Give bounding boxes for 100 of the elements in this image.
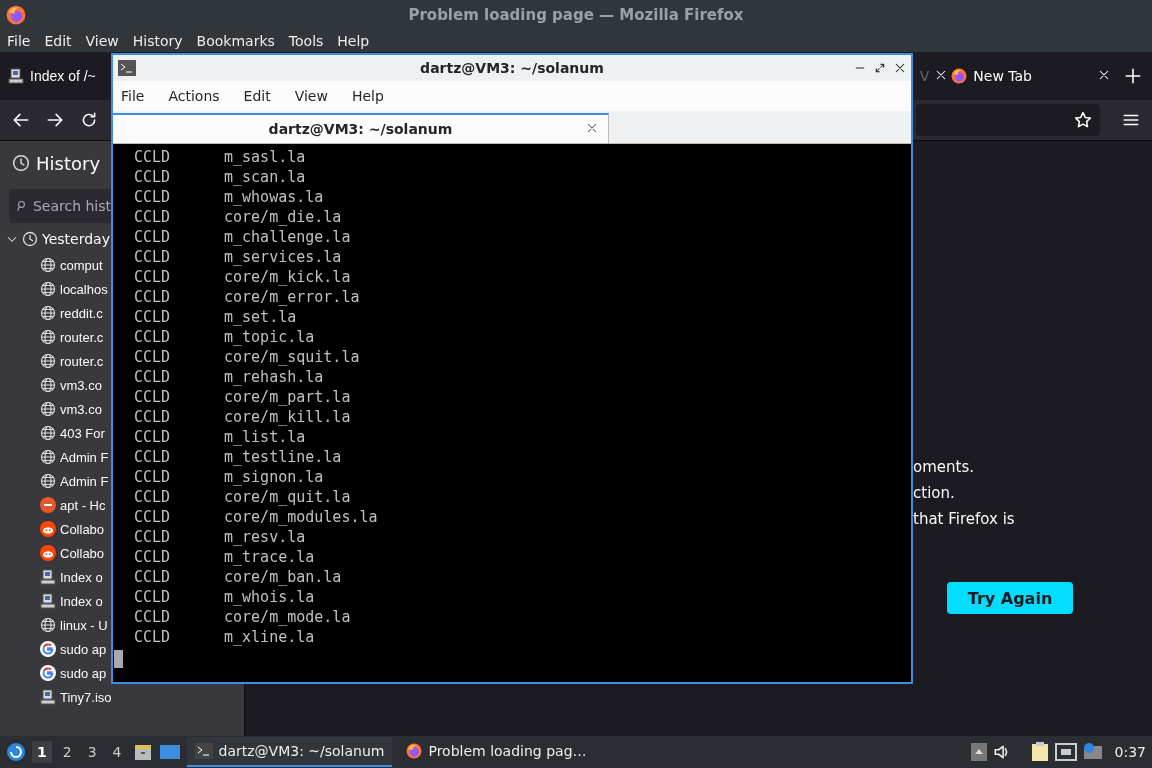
build-step: CCLD xyxy=(134,408,224,426)
output-file: core/m_mode.la xyxy=(224,608,351,626)
browser-tab[interactable]: Index of /~ xyxy=(6,58,98,94)
close-icon[interactable] xyxy=(894,62,906,74)
firefox-icon xyxy=(6,5,26,25)
forward-arrow-icon[interactable] xyxy=(46,111,64,129)
menu-item[interactable]: View xyxy=(294,88,328,104)
workspace-button[interactable]: 1 xyxy=(32,741,52,763)
notification-icon[interactable] xyxy=(1082,743,1103,761)
output-file: m_rehash.la xyxy=(224,368,324,386)
browser-tab[interactable]: New Tab xyxy=(949,58,1112,94)
visited-page-link[interactable]: Index o xyxy=(40,589,103,613)
visited-page-link[interactable]: Admin F xyxy=(40,445,109,469)
terminal-icon xyxy=(194,743,213,759)
close-icon[interactable] xyxy=(935,69,948,81)
computer-icon xyxy=(40,593,56,609)
visited-page-link[interactable]: linux - U xyxy=(40,613,108,637)
output-file: m_scan.la xyxy=(224,168,306,186)
build-step: CCLD xyxy=(134,388,224,406)
visited-page-link[interactable]: Collabo xyxy=(40,541,105,565)
menu-item[interactable]: Help xyxy=(351,88,384,104)
computer-icon xyxy=(40,569,56,585)
error-text: that Firefox is xyxy=(913,509,1016,530)
visited-page-link[interactable]: Index o xyxy=(40,565,103,589)
build-step: CCLD xyxy=(134,348,224,366)
output-file: core/m_error.la xyxy=(224,288,360,306)
visited-page-link[interactable]: sudo ap xyxy=(40,637,107,661)
desktop-icon[interactable] xyxy=(158,743,181,761)
globe-icon xyxy=(40,305,56,321)
menu-item[interactable]: View xyxy=(85,33,119,49)
build-step: CCLD xyxy=(134,228,224,246)
back-arrow-icon[interactable] xyxy=(12,111,30,129)
visited-page-link[interactable]: router.c xyxy=(40,325,104,349)
output-file: m_xline.la xyxy=(224,628,315,646)
firefox-icon xyxy=(951,68,968,84)
plus-icon[interactable] xyxy=(1124,67,1142,85)
output-file: core/m_die.la xyxy=(224,208,342,226)
build-step: CCLD xyxy=(134,548,224,566)
taskbar-task[interactable]: dartz@VM3: ~/solanum xyxy=(186,737,393,767)
visited-page-link[interactable]: localhos xyxy=(40,277,108,301)
menu-item[interactable]: Edit xyxy=(44,33,72,49)
visited-page-link[interactable]: Admin F xyxy=(40,469,109,493)
taskbar-task[interactable]: Problem loading pag… xyxy=(398,737,595,767)
build-step: CCLD xyxy=(134,248,224,266)
workspace-button[interactable]: 2 xyxy=(57,741,77,763)
history-group[interactable]: Yesterday xyxy=(0,223,110,249)
visited-page-link[interactable]: apt - Hc xyxy=(40,493,106,517)
menu-item[interactable]: Help xyxy=(337,33,370,49)
clock-icon xyxy=(12,154,30,172)
firefox-icon xyxy=(406,743,423,759)
text-cursor xyxy=(114,650,123,668)
output-file: core/m_ban.la xyxy=(224,568,342,586)
menu-item[interactable]: Actions xyxy=(168,88,220,104)
menu-item[interactable]: File xyxy=(121,88,145,104)
reload-icon[interactable] xyxy=(80,111,98,129)
terminal-tab[interactable]: dartz@VM3: ~/solanum xyxy=(113,113,609,143)
try-again-button[interactable]: Try Again xyxy=(947,582,1073,614)
build-step: CCLD xyxy=(134,588,224,606)
clipboard-icon[interactable] xyxy=(1030,742,1049,762)
visited-page-link[interactable]: sudo ap xyxy=(40,661,107,685)
start-menu-icon[interactable] xyxy=(6,742,26,762)
build-step: CCLD xyxy=(134,468,224,486)
build-step: CCLD xyxy=(134,568,224,586)
visited-page-link[interactable]: Collabo xyxy=(40,517,105,541)
workspace-button[interactable]: 4 xyxy=(107,741,127,763)
output-file: m_challenge.la xyxy=(224,228,351,246)
maximize-icon[interactable] xyxy=(874,62,886,74)
visited-page-link[interactable]: Tiny7.iso xyxy=(40,685,112,709)
visited-page-link[interactable]: 403 For xyxy=(40,421,105,445)
star-icon[interactable] xyxy=(1074,111,1092,129)
visited-page-link[interactable]: vm3.co xyxy=(40,373,102,397)
output-file: core/m_kill.la xyxy=(224,408,351,426)
search-field[interactable]: Search hist xyxy=(9,189,111,223)
output-file: m_testline.la xyxy=(224,448,342,466)
visited-page-link[interactable]: comput xyxy=(40,253,103,277)
output-file: m_services.la xyxy=(224,248,342,266)
globe-icon xyxy=(40,401,56,417)
build-step: CCLD xyxy=(134,528,224,546)
menu-item[interactable]: Edit xyxy=(243,88,271,104)
menu-item[interactable]: Tools xyxy=(288,33,324,49)
file-cabinet-icon[interactable] xyxy=(132,742,153,762)
build-step: CCLD xyxy=(134,148,224,166)
clock: 0:37 xyxy=(1114,744,1146,760)
menu-item[interactable]: File xyxy=(7,33,31,49)
menu-item[interactable]: Bookmarks xyxy=(196,33,275,49)
globe-icon xyxy=(40,617,56,633)
output-file: m_whois.la xyxy=(224,588,315,606)
network-icon[interactable] xyxy=(1054,743,1077,761)
menu-item[interactable]: History xyxy=(132,33,183,49)
workspace-button[interactable]: 3 xyxy=(82,741,102,763)
build-step: CCLD xyxy=(134,308,224,326)
output-file: m_topic.la xyxy=(224,328,315,346)
globe-icon xyxy=(40,257,56,273)
error-text: ction. xyxy=(913,483,956,504)
build-step: CCLD xyxy=(134,288,224,306)
visited-page-link[interactable]: reddit.c xyxy=(40,301,103,325)
terminal-icon xyxy=(118,60,136,76)
visited-page-link[interactable]: router.c xyxy=(40,349,104,373)
visited-page-link[interactable]: vm3.co xyxy=(40,397,102,421)
globe-icon xyxy=(40,449,56,465)
